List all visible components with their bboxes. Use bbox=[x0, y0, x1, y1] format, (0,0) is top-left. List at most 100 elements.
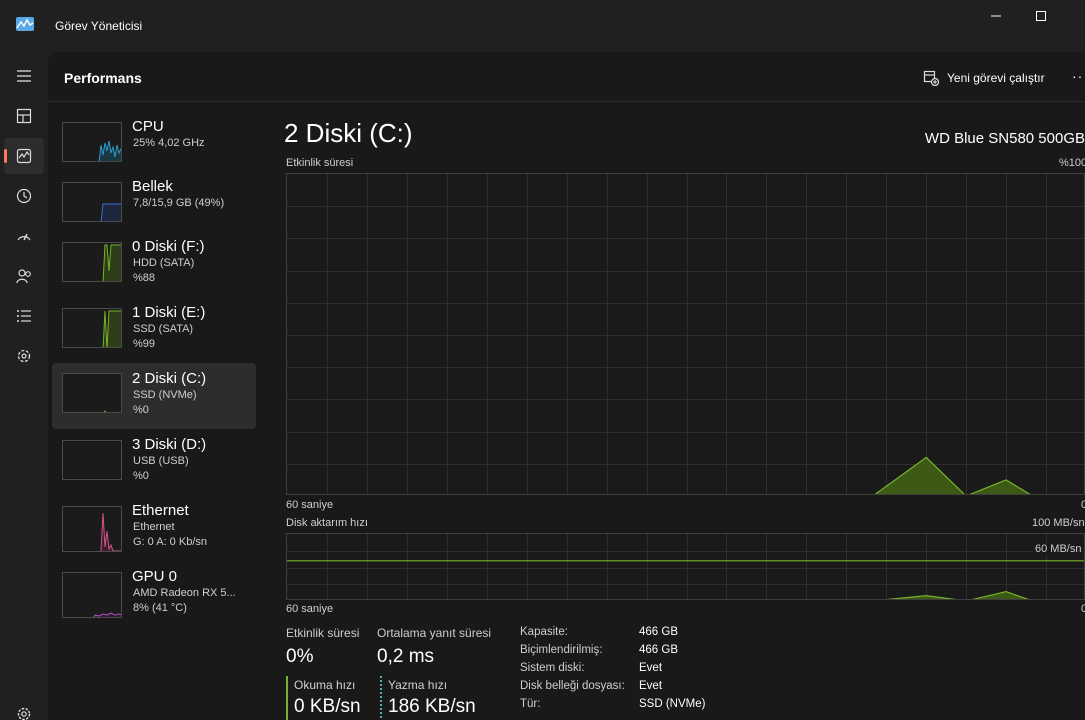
device-detail: 7,8/15,9 GB (49%) bbox=[133, 197, 225, 209]
header-divider bbox=[48, 101, 1085, 102]
device-type: AMD Radeon RX 5... bbox=[133, 587, 236, 599]
users-icon bbox=[16, 269, 31, 284]
detail-title: 2 Diski (C:) bbox=[284, 118, 413, 148]
transfer-chart bbox=[286, 533, 1085, 600]
activity-area bbox=[875, 457, 1030, 494]
activity-chart-min-label: 0 bbox=[1081, 499, 1085, 511]
device-type: HDD (SATA) bbox=[133, 257, 195, 269]
thumbnail-fill bbox=[99, 141, 121, 161]
task-manager-window: Görev Yöneticisi Performans Yeni görevi … bbox=[0, 0, 1085, 720]
cpu-thumbnail-graph bbox=[62, 122, 122, 162]
navigation-rail bbox=[0, 52, 48, 720]
read-speed-value: 0 KB/sn bbox=[294, 696, 361, 717]
disk-0-thumbnail-graph bbox=[62, 242, 122, 282]
disk-2-thumbnail-graph bbox=[62, 373, 122, 413]
processes-button[interactable] bbox=[4, 98, 44, 134]
transfer-chart-ref-label: 60 MB/sn bbox=[1033, 543, 1084, 555]
device-name: Bellek bbox=[132, 178, 173, 195]
app-history-icon bbox=[16, 188, 32, 204]
activity-chart-max-label: %100 bbox=[1059, 157, 1085, 169]
device-item-disk-0[interactable]: 0 Diski (F:) HDD (SATA) %88 bbox=[52, 234, 256, 298]
write-speed-value: 186 KB/sn bbox=[388, 696, 476, 717]
gpu-thumbnail-graph bbox=[62, 572, 122, 618]
device-item-disk-1[interactable]: 1 Diski (E:) SSD (SATA) %99 bbox=[52, 300, 256, 364]
system-disk-label: Sistem diski: bbox=[520, 662, 585, 674]
main-panel: Performans Yeni görevi çalıştır ··· CPU … bbox=[48, 52, 1085, 720]
capacity-value: 466 GB bbox=[639, 626, 678, 638]
device-usage: 8% (41 °C) bbox=[133, 602, 187, 614]
details-button[interactable] bbox=[4, 298, 44, 334]
activity-chart-label: Etkinlik süresi bbox=[286, 157, 354, 169]
processes-icon bbox=[16, 108, 32, 124]
formatted-value: 466 GB bbox=[639, 644, 678, 656]
type-label: Tür: bbox=[520, 698, 541, 710]
activity-line bbox=[874, 456, 1031, 494]
services-button[interactable] bbox=[4, 338, 44, 374]
startup-apps-icon bbox=[17, 233, 31, 241]
thumbnail-fill bbox=[103, 245, 121, 281]
page-title: Performans bbox=[64, 70, 142, 86]
maximize-button[interactable] bbox=[1018, 0, 1064, 32]
read-rate-indicator bbox=[286, 676, 288, 720]
memory-thumbnail-graph bbox=[62, 182, 122, 222]
device-detail: 25% 4,02 GHz bbox=[133, 137, 205, 149]
device-name: 0 Diski (F:) bbox=[132, 238, 205, 255]
response-time-label: Ortalama yanıt süresi bbox=[377, 626, 492, 640]
write-speed-label: Yazma hızı bbox=[388, 678, 448, 692]
settings-icon bbox=[17, 707, 31, 720]
device-usage: %99 bbox=[133, 338, 156, 350]
device-name: 2 Diski (C:) bbox=[132, 370, 207, 387]
device-name: 1 Diski (E:) bbox=[132, 304, 206, 321]
read-speed-label: Okuma hızı bbox=[294, 678, 356, 692]
response-time-value: 0,2 ms bbox=[377, 646, 435, 667]
device-item-disk-3[interactable]: 3 Diski (D:) USB (USB) %0 bbox=[52, 432, 256, 496]
transfer-chart-label: Disk aktarım hızı bbox=[286, 517, 368, 529]
transfer-area bbox=[892, 591, 1028, 599]
device-name: CPU bbox=[132, 118, 164, 135]
more-options-button[interactable]: ··· bbox=[1072, 68, 1085, 88]
device-type: SSD (SATA) bbox=[133, 323, 194, 335]
type-value: SSD (NVMe) bbox=[639, 698, 706, 710]
device-item-ethernet[interactable]: Ethernet Ethernet G: 0 A: 0 Kb/sn bbox=[52, 498, 256, 562]
transfer-chart-min-label: 0 bbox=[1081, 603, 1085, 615]
new-task-button[interactable]: Yeni görevi çalıştır bbox=[923, 68, 1045, 88]
activity-time-label: Etkinlik süresi bbox=[286, 626, 360, 640]
page-file-label: Disk belleği dosyası: bbox=[520, 680, 625, 692]
device-usage: %0 bbox=[133, 470, 149, 482]
startup-apps-button[interactable] bbox=[4, 218, 44, 254]
menu-icon bbox=[17, 70, 31, 82]
disk-model: WD Blue SN580 500GB bbox=[924, 130, 1085, 147]
device-item-gpu[interactable]: GPU 0 AMD Radeon RX 5... 8% (41 °C) bbox=[52, 564, 256, 628]
device-name: Ethernet bbox=[132, 502, 189, 519]
performance-button[interactable] bbox=[4, 138, 44, 174]
device-usage: %0 bbox=[133, 404, 149, 416]
device-usage: G: 0 A: 0 Kb/sn bbox=[133, 536, 207, 548]
new-task-label: Yeni görevi çalıştır bbox=[947, 71, 1045, 85]
details-icon bbox=[17, 310, 31, 322]
title-bar: Görev Yöneticisi bbox=[0, 0, 1085, 52]
thumbnail-fill bbox=[101, 204, 121, 221]
device-type: Ethernet bbox=[133, 521, 175, 533]
minimize-button[interactable] bbox=[973, 0, 1019, 32]
task-manager-logo-icon bbox=[16, 17, 34, 31]
users-button[interactable] bbox=[4, 258, 44, 294]
device-item-disk-2[interactable]: 2 Diski (C:) SSD (NVMe) %0 bbox=[52, 363, 256, 429]
performance-icon bbox=[16, 148, 32, 164]
device-name: 3 Diski (D:) bbox=[132, 436, 207, 453]
device-type: USB (USB) bbox=[133, 455, 189, 467]
ethernet-thumbnail-graph bbox=[62, 506, 122, 552]
app-history-button[interactable] bbox=[4, 178, 44, 214]
device-item-memory[interactable]: Bellek 7,8/15,9 GB (49%) bbox=[52, 174, 256, 238]
settings-button[interactable] bbox=[4, 696, 44, 720]
activity-chart bbox=[286, 173, 1085, 495]
disk-1-thumbnail-graph bbox=[62, 308, 122, 348]
app-title: Görev Yöneticisi bbox=[55, 19, 143, 33]
write-rate-indicator bbox=[380, 676, 382, 720]
transfer-chart-max-label: 100 MB/sn bbox=[1032, 517, 1085, 529]
device-name: GPU 0 bbox=[132, 568, 178, 585]
menu-button[interactable] bbox=[4, 58, 44, 94]
device-item-cpu[interactable]: CPU 25% 4,02 GHz bbox=[52, 114, 256, 178]
transfer-chart-time-label: 60 saniye bbox=[286, 603, 334, 615]
device-usage: %88 bbox=[133, 272, 156, 284]
capacity-label: Kapasite: bbox=[520, 626, 568, 638]
